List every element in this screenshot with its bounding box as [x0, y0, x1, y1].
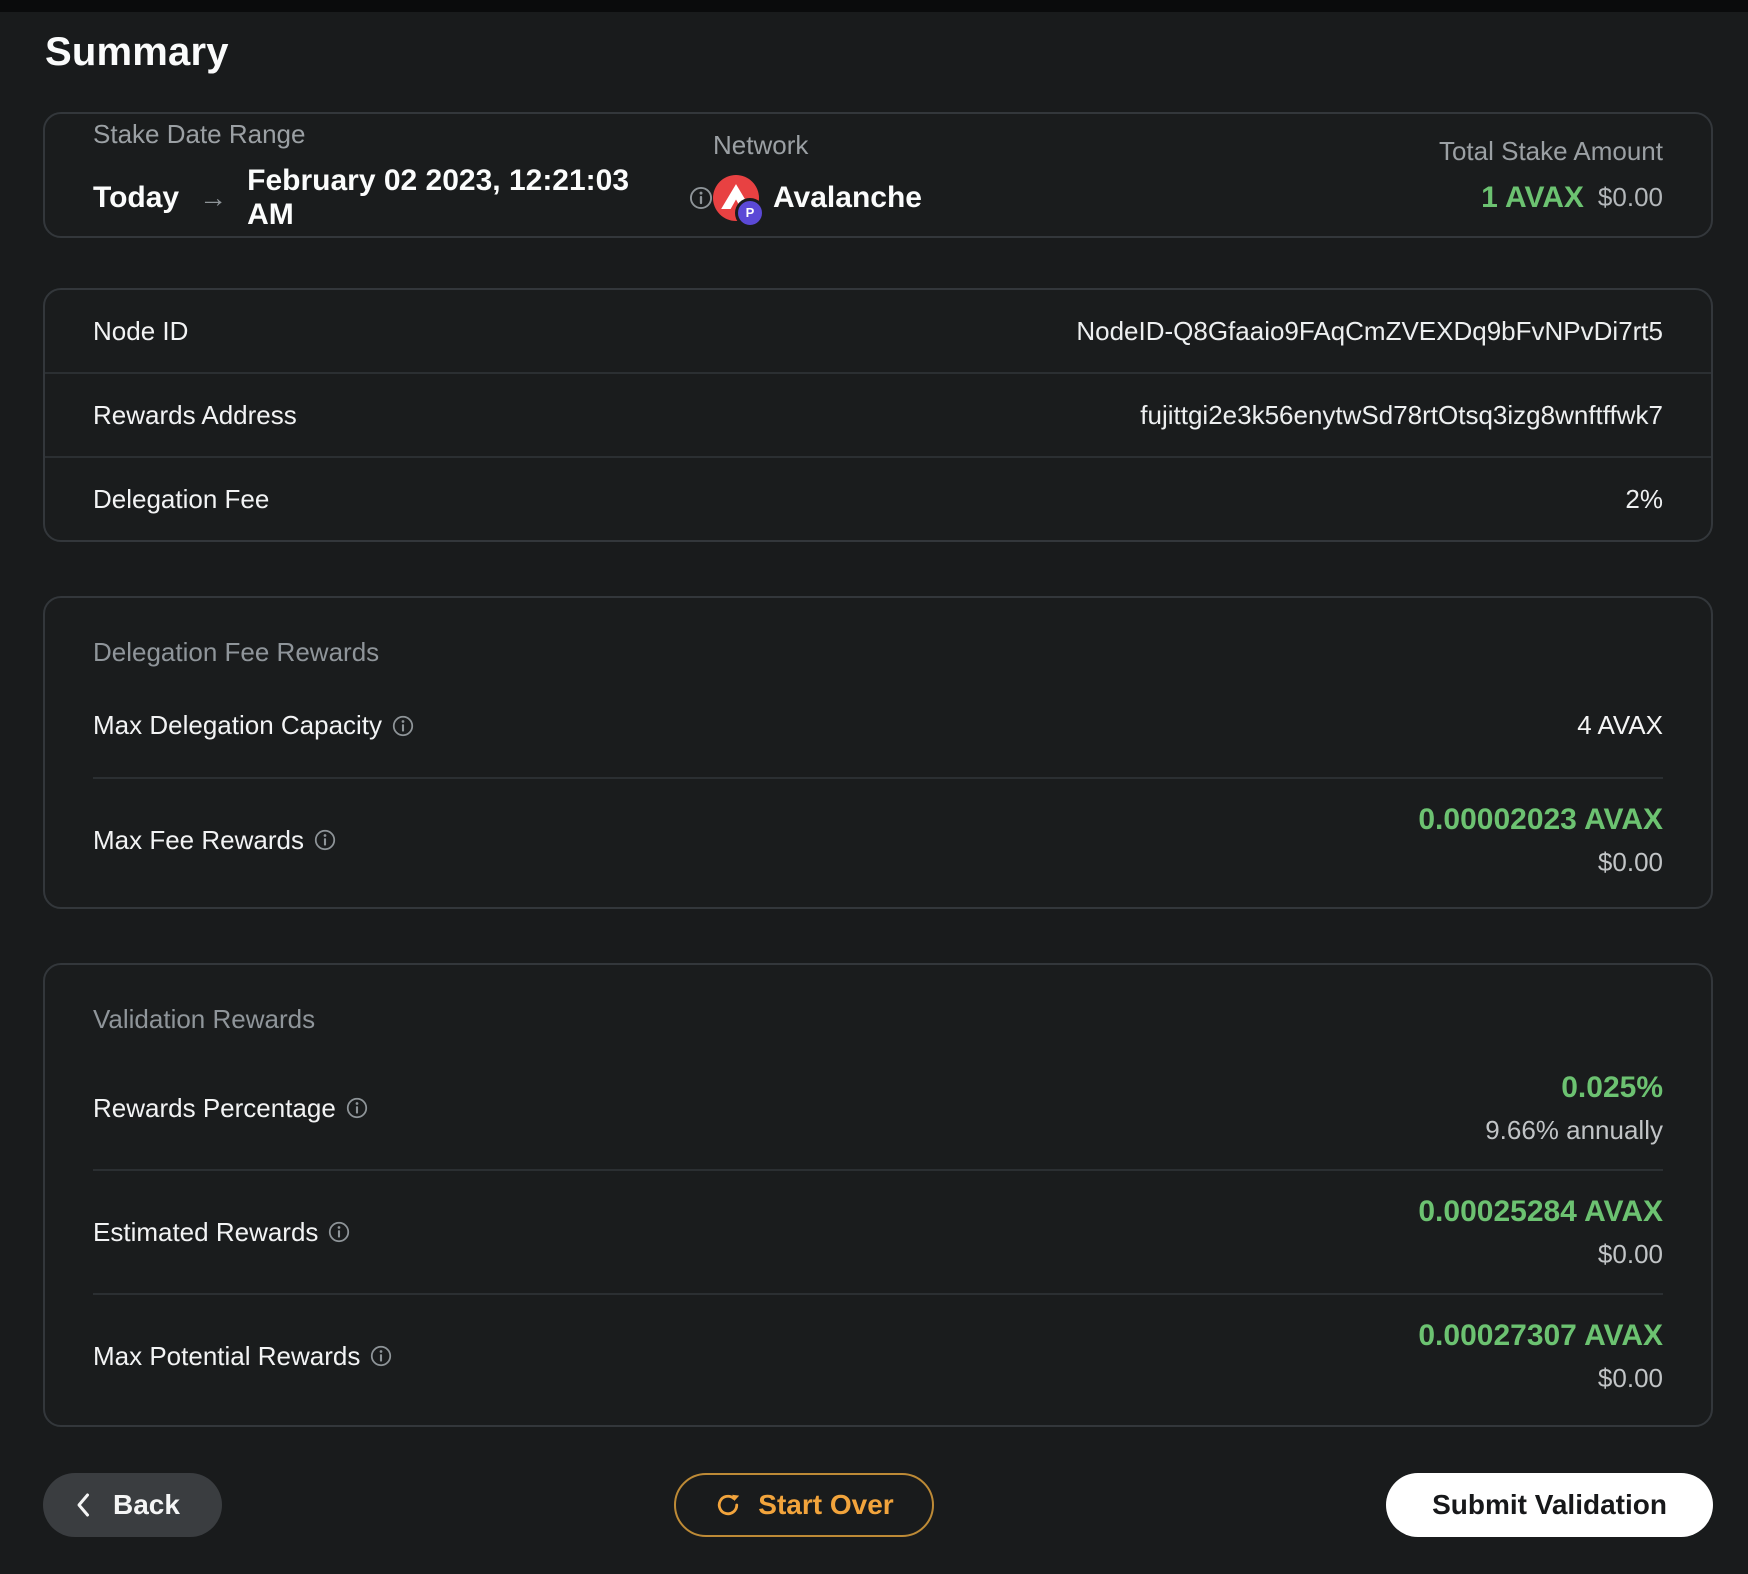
- network-label: Network: [713, 129, 809, 160]
- page-title: Summary: [45, 30, 229, 74]
- table-row-rewards-address: Rewards Address fujittgi2e3k56enytwSd78r…: [45, 372, 1711, 456]
- max-fee-rewards-label: Max Fee Rewards: [93, 824, 304, 855]
- max-delegation-capacity-info-icon[interactable]: [392, 715, 414, 737]
- stake-date-range-label: Stake Date Range: [93, 118, 306, 149]
- rewards-percentage-row: Rewards Percentage 0.025% 9.66% annually: [93, 1047, 1663, 1169]
- total-stake-field: Total Stake Amount 1 AVAX $0.00: [1273, 136, 1663, 215]
- back-button-label: Back: [113, 1489, 180, 1520]
- max-potential-rewards-value: 0.00027307 AVAX: [1418, 1319, 1663, 1352]
- back-button[interactable]: Back: [43, 1473, 222, 1537]
- node-id-value: NodeID-Q8Gfaaio9FAqCmZVEXDq9bFvNPvDi7rt5: [1076, 315, 1663, 346]
- restart-icon: [714, 1491, 742, 1519]
- network-value: Avalanche: [773, 180, 922, 214]
- stake-date-from: Today: [93, 180, 180, 214]
- node-id-label: Node ID: [93, 315, 189, 346]
- rewards-percentage-annual: 9.66% annually: [1485, 1115, 1663, 1145]
- delegation-fee-value: 2%: [1625, 483, 1663, 514]
- max-fee-rewards-info-icon[interactable]: [314, 829, 336, 851]
- total-stake-usd: $0.00: [1597, 182, 1663, 212]
- delegation-fee-label: Delegation Fee: [93, 483, 270, 514]
- stake-date-to: February 02 2023, 12:21:03 AM: [247, 163, 630, 231]
- estimated-rewards-row: Estimated Rewards 0.00025284 AVAX $0.00: [93, 1169, 1663, 1293]
- submit-validation-button[interactable]: Submit Validation: [1386, 1473, 1713, 1537]
- stake-date-range-field: Stake Date Range Today → February 02 202…: [93, 119, 713, 232]
- node-details-card: Node ID NodeID-Q8Gfaaio9FAqCmZVEXDq9bFvN…: [43, 288, 1713, 542]
- max-delegation-capacity-row: Max Delegation Capacity 4 AVAX: [93, 710, 1663, 779]
- top-edge-divider: [0, 0, 1748, 12]
- rewards-address-value: fujittgi2e3k56enytwSd78rtOtsq3izg8wnftff…: [1140, 399, 1663, 430]
- max-delegation-capacity-value: 4 AVAX: [1577, 710, 1663, 740]
- table-row-node-id: Node ID NodeID-Q8Gfaaio9FAqCmZVEXDq9bFvN…: [45, 290, 1711, 372]
- chevron-left-icon: [75, 1492, 91, 1518]
- summary-page: Summary Stake Date Range Today → Februar…: [0, 0, 1748, 1537]
- max-potential-rewards-info-icon[interactable]: [370, 1345, 392, 1367]
- validation-rewards-card: Validation Rewards Rewards Percentage 0.…: [43, 963, 1713, 1427]
- start-over-button-label: Start Over: [758, 1489, 894, 1520]
- arrow-right-icon: →: [199, 181, 228, 213]
- max-potential-rewards-usd: $0.00: [1597, 1363, 1663, 1393]
- estimated-rewards-label: Estimated Rewards: [93, 1216, 319, 1247]
- estimated-rewards-usd: $0.00: [1597, 1239, 1663, 1269]
- footer-actions: Back Start Over Submit Validation: [43, 1473, 1713, 1537]
- estimated-rewards-value: 0.00025284 AVAX: [1418, 1195, 1663, 1228]
- max-delegation-capacity-label: Max Delegation Capacity: [93, 710, 383, 740]
- max-fee-rewards-row: Max Fee Rewards 0.00002023 AVAX $0.00: [93, 779, 1663, 907]
- start-over-button[interactable]: Start Over: [674, 1473, 934, 1537]
- max-fee-rewards-usd: $0.00: [1597, 847, 1663, 877]
- total-stake-amount: 1 AVAX: [1481, 180, 1584, 214]
- rewards-address-label: Rewards Address: [93, 399, 297, 430]
- rewards-percentage-value: 0.025%: [1561, 1071, 1663, 1104]
- estimated-rewards-info-icon[interactable]: [328, 1221, 350, 1243]
- validation-rewards-title: Validation Rewards: [93, 1004, 316, 1034]
- total-stake-label: Total Stake Amount: [1438, 135, 1663, 166]
- stake-overview-card: Stake Date Range Today → February 02 202…: [43, 112, 1713, 238]
- delegation-fee-rewards-title: Delegation Fee Rewards: [93, 637, 380, 667]
- p-chain-badge: P: [735, 197, 765, 228]
- avalanche-logo-icon: P: [713, 174, 765, 228]
- network-field: Network P Avalanche: [713, 129, 1273, 228]
- delegation-fee-rewards-card: Delegation Fee Rewards Max Delegation Ca…: [43, 596, 1713, 909]
- max-fee-rewards-value: 0.00002023 AVAX: [1418, 803, 1663, 836]
- stake-date-info-icon[interactable]: [689, 186, 713, 210]
- rewards-percentage-info-icon[interactable]: [346, 1097, 368, 1119]
- rewards-percentage-label: Rewards Percentage: [93, 1092, 336, 1123]
- submit-validation-button-label: Submit Validation: [1432, 1489, 1667, 1520]
- max-potential-rewards-label: Max Potential Rewards: [93, 1340, 361, 1371]
- max-potential-rewards-row: Max Potential Rewards 0.00027307 AVAX $0…: [93, 1293, 1663, 1417]
- table-row-delegation-fee: Delegation Fee 2%: [45, 456, 1711, 540]
